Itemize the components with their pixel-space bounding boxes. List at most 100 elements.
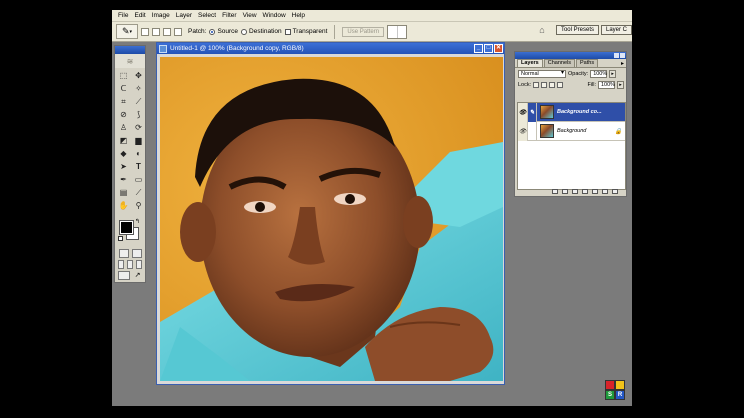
tab-paths[interactable]: Paths — [576, 59, 599, 67]
path-selection-icon[interactable]: ➤ — [116, 160, 131, 173]
blur-icon[interactable]: ◆ — [116, 147, 131, 160]
eye-icon[interactable]: 👁 — [518, 121, 528, 141]
lock-all-icon[interactable] — [557, 81, 564, 88]
use-pattern-button[interactable]: Use Pattern — [342, 26, 385, 37]
menu-filter[interactable]: Filter — [219, 10, 239, 22]
destination-radio-button[interactable] — [241, 28, 248, 35]
add-selection-button[interactable] — [152, 27, 160, 36]
menu-bar: File Edit Image Layer Select Filter View… — [112, 10, 632, 22]
menu-image[interactable]: Image — [149, 10, 173, 22]
layer-style-icon[interactable] — [562, 189, 568, 194]
pattern-picker[interactable] — [387, 24, 408, 39]
tool-presets-tab[interactable]: Tool Presets — [555, 25, 599, 35]
subtract-selection-button[interactable] — [163, 27, 171, 36]
layers-palette-title-bar[interactable] — [515, 52, 626, 59]
history-brush-icon[interactable]: ⟳ — [131, 121, 146, 134]
brush-icon[interactable]: ⟆ — [131, 108, 146, 121]
palette-menu-icon[interactable]: ▸ — [621, 60, 626, 67]
menu-layer[interactable]: Layer — [173, 10, 195, 22]
gradient-icon[interactable]: ▆ — [131, 134, 146, 147]
move-icon[interactable]: ✥ — [131, 69, 146, 82]
lock-pixels-icon[interactable] — [541, 81, 548, 88]
hand-icon[interactable]: ✋ — [116, 199, 131, 212]
opacity-slider-icon[interactable]: ▸ — [609, 69, 617, 78]
eye-icon[interactable]: 👁 — [518, 102, 528, 122]
blend-mode-select[interactable]: Normal — [518, 69, 566, 78]
pen-icon[interactable]: ✒ — [116, 173, 131, 186]
divider — [334, 24, 336, 39]
adjustment-layer-icon[interactable] — [592, 189, 598, 194]
toolbox-title-bar[interactable] — [115, 46, 145, 54]
link-layers-icon[interactable] — [552, 189, 558, 194]
layer-name: Background co... — [557, 109, 602, 115]
layer-row-background-copy[interactable]: 👁 ✎ Background co... — [518, 102, 625, 122]
shape-icon[interactable]: ▭ — [131, 173, 146, 186]
palette-minimize-icon[interactable] — [614, 53, 619, 58]
notes-icon[interactable]: ▤ — [116, 186, 131, 199]
menu-file[interactable]: File — [115, 10, 131, 22]
opacity-input[interactable]: 100% — [590, 69, 607, 78]
standard-mode-icon[interactable] — [118, 249, 129, 258]
slice-icon[interactable]: ⟋ — [131, 95, 146, 108]
logo-square-red — [605, 380, 615, 390]
menu-window[interactable]: Window — [260, 10, 289, 22]
destination-radio[interactable]: Destination — [241, 28, 282, 35]
minimize-icon[interactable]: _ — [474, 44, 483, 53]
layer-name: Background — [557, 128, 587, 134]
image-canvas[interactable] — [160, 57, 503, 381]
menu-help[interactable]: Help — [289, 10, 308, 22]
default-colors-icon[interactable] — [118, 236, 123, 241]
lock-position-icon[interactable] — [549, 81, 556, 88]
new-layer-icon[interactable] — [602, 189, 608, 194]
crop-icon[interactable]: ⌗ — [116, 95, 131, 108]
standard-screen-icon[interactable] — [118, 260, 124, 269]
photoshop-window: File Edit Image Layer Select Filter View… — [112, 10, 632, 406]
imageready-arrow-icon[interactable]: ↗ — [133, 271, 142, 280]
tab-channels[interactable]: Channels — [543, 59, 575, 67]
full-screen-icon[interactable] — [136, 260, 142, 269]
tool-preset-picker[interactable]: ✎ ▾ — [116, 24, 138, 39]
zoom-icon[interactable]: ⚲ — [131, 199, 146, 212]
type-icon[interactable]: T — [131, 160, 146, 173]
menu-select[interactable]: Select — [195, 10, 219, 22]
menu-view[interactable]: View — [240, 10, 260, 22]
palette-close-icon[interactable] — [620, 53, 625, 58]
eyedropper-icon[interactable]: ⟋ — [131, 186, 146, 199]
menu-edit[interactable]: Edit — [131, 10, 148, 22]
magic-wand-icon[interactable]: ✧ — [131, 82, 146, 95]
maximize-icon[interactable]: □ — [484, 44, 493, 53]
layer-row-background[interactable]: 👁 Background 🔒 — [518, 121, 625, 141]
full-screen-menu-icon[interactable] — [127, 260, 133, 269]
destination-label: Destination — [249, 28, 282, 35]
trash-icon[interactable] — [612, 189, 618, 194]
feather-icon[interactable]: ≋ — [115, 54, 145, 68]
eraser-icon[interactable]: ◩ — [116, 134, 131, 147]
new-group-icon[interactable] — [582, 189, 588, 194]
dodge-icon[interactable]: ◐ — [131, 147, 146, 160]
tab-layers[interactable]: Layers — [517, 59, 543, 67]
quick-mask-icon[interactable] — [131, 249, 142, 258]
layer-comps-tab[interactable]: Layer C — [600, 25, 632, 35]
brushes-palette-icon[interactable]: ⌂ — [536, 24, 548, 36]
document-title-bar[interactable]: Untitled-1 @ 100% (Background copy, RGB/… — [157, 43, 504, 54]
transparent-check[interactable] — [284, 28, 291, 35]
source-radio[interactable]: Source — [209, 28, 238, 35]
intersect-selection-button[interactable] — [174, 27, 182, 36]
clone-stamp-icon[interactable]: ♙ — [116, 121, 131, 134]
foreground-color[interactable] — [119, 220, 134, 235]
healing-brush-icon[interactable]: ⊘ — [116, 108, 131, 121]
fill-slider-icon[interactable]: ▸ — [617, 80, 624, 89]
patch-label: Patch: — [188, 28, 207, 35]
tool-grid: ⬚ ✥ ᑕ ✧ ⌗ ⟋ ⊘ ⟆ ♙ ⟳ ◩ ▆ ◆ ◐ ➤ T ✒ ▭ ▤ ⟋ … — [115, 68, 145, 213]
source-radio-button[interactable] — [209, 28, 216, 35]
transparent-checkbox[interactable]: Transparent — [284, 28, 327, 35]
jump-to-imageready-icon[interactable] — [118, 271, 130, 280]
marquee-icon[interactable]: ⬚ — [116, 69, 131, 82]
fill-input[interactable]: 100% — [598, 80, 615, 89]
swap-colors-icon[interactable]: ↰ — [135, 218, 140, 225]
lasso-icon[interactable]: ᑕ — [116, 82, 131, 95]
new-selection-button[interactable] — [141, 27, 149, 36]
add-mask-icon[interactable] — [572, 189, 578, 194]
lock-transparency-icon[interactable] — [533, 81, 540, 88]
close-icon[interactable]: ✕ — [494, 44, 503, 53]
